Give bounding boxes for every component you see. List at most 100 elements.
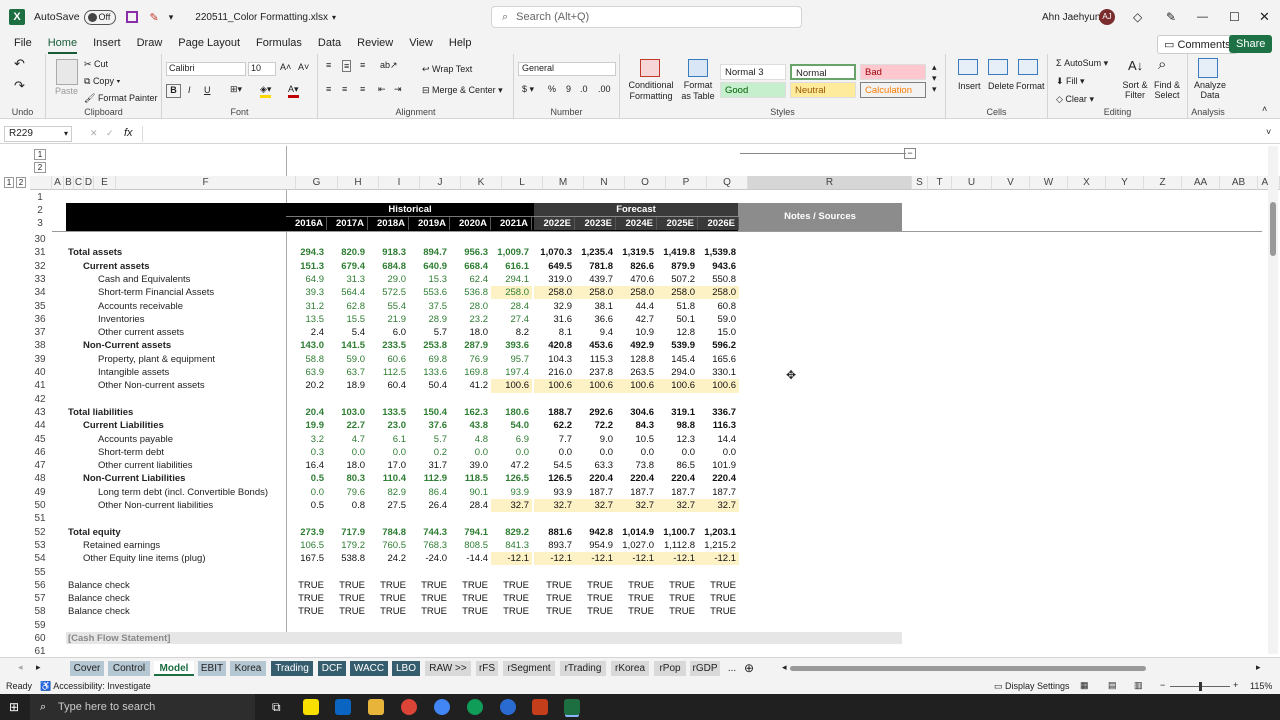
percent-icon[interactable]: % <box>548 84 556 94</box>
data-cell[interactable]: 1,027.0 <box>616 539 657 552</box>
data-cell[interactable]: 60.6 <box>368 353 409 366</box>
powerpoint-icon[interactable] <box>532 699 548 715</box>
data-cell[interactable]: 31.3 <box>327 273 368 286</box>
data-cell[interactable]: 253.8 <box>409 339 450 352</box>
data-cell[interactable]: 31.2 <box>286 300 327 313</box>
data-cell[interactable]: 0.3 <box>286 446 327 459</box>
data-cell[interactable]: 0.0 <box>616 446 657 459</box>
data-cell[interactable]: 439.7 <box>575 273 616 286</box>
delete-cells-icon[interactable] <box>988 59 1008 75</box>
pen-icon[interactable]: ✎ <box>1166 10 1176 24</box>
data-cell[interactable]: 10.9 <box>616 326 657 339</box>
data-cell[interactable]: 54.5 <box>534 459 575 472</box>
formula-cancel-icon[interactable]: ✕ <box>90 128 98 139</box>
style-bad[interactable]: Bad <box>860 64 926 80</box>
data-cell[interactable]: TRUE <box>491 605 532 618</box>
data-cell[interactable]: 86.4 <box>409 486 450 499</box>
data-cell[interactable]: 187.7 <box>698 486 739 499</box>
data-cell[interactable]: 220.4 <box>698 472 739 485</box>
data-cell[interactable]: 0.0 <box>368 446 409 459</box>
column-header-ab[interactable]: AB <box>1220 176 1258 190</box>
data-cell[interactable]: TRUE <box>327 592 368 605</box>
tab-lbo[interactable]: LBO <box>392 661 420 676</box>
data-cell[interactable]: TRUE <box>368 605 409 618</box>
data-cell[interactable]: 1,203.1 <box>698 526 739 539</box>
data-cell[interactable]: 0.0 <box>286 486 327 499</box>
data-cell[interactable]: 29.0 <box>368 273 409 286</box>
data-cell[interactable]: 28.0 <box>450 300 491 313</box>
borders-icon[interactable]: ⊞▾ <box>230 84 242 95</box>
maximize-icon[interactable]: ☐ <box>1229 10 1240 24</box>
analyze-data-button[interactable]: Analyze Data <box>1192 80 1228 100</box>
data-cell[interactable]: 393.6 <box>491 339 532 352</box>
data-cell[interactable]: 826.6 <box>616 260 657 273</box>
data-cell[interactable]: 63.9 <box>286 366 327 379</box>
align-top-icon[interactable]: ≡ <box>326 60 331 70</box>
italic-button[interactable]: I <box>188 85 191 95</box>
data-cell[interactable]: 258.0 <box>657 286 698 300</box>
data-cell[interactable]: 263.5 <box>616 366 657 379</box>
data-cell[interactable]: 17.0 <box>368 459 409 472</box>
paste-button[interactable]: Paste <box>55 86 78 96</box>
collapse-ribbon-icon[interactable]: ˄ <box>1262 104 1267 114</box>
display-settings-button[interactable]: ▭ Display Settings <box>994 681 1070 692</box>
data-cell[interactable]: 8.1 <box>534 326 575 339</box>
data-cell[interactable]: 133.6 <box>409 366 450 379</box>
data-cell[interactable]: 294.0 <box>657 366 698 379</box>
column-header-p[interactable]: P <box>666 176 707 190</box>
data-cell[interactable]: 150.4 <box>409 406 450 419</box>
data-cell[interactable]: 126.5 <box>491 472 532 485</box>
find-select-button[interactable]: Find & Select <box>1150 80 1184 100</box>
data-cell[interactable]: 0.0 <box>534 446 575 459</box>
row-label[interactable]: Balance check <box>68 592 130 605</box>
row-label[interactable]: Balance check <box>68 579 130 592</box>
format-painter-button[interactable]: 🖌 Format Painter <box>84 93 157 104</box>
data-cell[interactable]: 539.9 <box>657 339 698 352</box>
find-select-icon[interactable]: ⌕ <box>1158 56 1166 73</box>
data-cell[interactable]: 237.8 <box>575 366 616 379</box>
sort-filter-button[interactable]: Sort & Filter <box>1120 80 1150 100</box>
data-cell[interactable]: -12.1 <box>698 552 739 566</box>
data-cell[interactable]: 564.4 <box>327 286 368 299</box>
column-header-x[interactable]: X <box>1068 176 1106 190</box>
row-outline-1-button[interactable]: 1 <box>4 177 14 188</box>
data-cell[interactable]: 38.1 <box>575 300 616 313</box>
horizontal-scroll-right-icon[interactable]: ▸ <box>1256 662 1261 673</box>
row-label[interactable]: Inventories <box>98 313 144 326</box>
data-cell[interactable]: 100.6 <box>657 379 698 393</box>
chrome-profile-icon[interactable] <box>434 699 450 715</box>
data-cell[interactable]: 55.4 <box>368 300 409 313</box>
number-format-select[interactable]: General <box>518 62 616 76</box>
data-cell[interactable]: 572.5 <box>368 286 409 299</box>
tab-wacc[interactable]: WACC <box>350 661 388 676</box>
data-cell[interactable]: 28.4 <box>491 300 532 313</box>
tab-rkorea[interactable]: rKorea <box>611 661 649 676</box>
data-cell[interactable]: 47.2 <box>491 459 532 472</box>
menu-data[interactable]: Data <box>310 34 349 54</box>
data-cell[interactable]: 19.9 <box>286 419 327 432</box>
data-cell[interactable]: 187.7 <box>616 486 657 499</box>
data-cell[interactable]: 100.6 <box>616 379 657 393</box>
close-icon[interactable]: ✕ <box>1259 9 1270 25</box>
data-cell[interactable]: 287.9 <box>450 339 491 352</box>
column-header-u[interactable]: U <box>952 176 992 190</box>
analyze-data-icon[interactable] <box>1198 58 1218 78</box>
outline-level-1-button[interactable]: 1 <box>34 149 46 160</box>
data-cell[interactable]: 956.3 <box>450 246 491 259</box>
data-cell[interactable]: 808.5 <box>450 539 491 552</box>
data-cell[interactable]: 319.1 <box>657 406 698 419</box>
data-cell[interactable]: 197.4 <box>491 366 532 379</box>
data-cell[interactable]: 51.8 <box>657 300 698 313</box>
data-cell[interactable]: 143.0 <box>286 339 327 352</box>
menu-help[interactable]: Help <box>441 34 480 54</box>
data-cell[interactable]: 126.5 <box>534 472 575 485</box>
sort-filter-icon[interactable]: A↓ <box>1128 58 1143 73</box>
row-label[interactable]: Short-term Financial Assets <box>98 286 214 299</box>
data-cell[interactable]: TRUE <box>657 579 698 592</box>
tab-control[interactable]: Control <box>108 661 150 676</box>
fill-color-icon[interactable]: ◈▾ <box>260 84 272 98</box>
column-header-t[interactable]: T <box>928 176 952 190</box>
data-cell[interactable]: TRUE <box>409 605 450 618</box>
data-cell[interactable]: -12.1 <box>534 552 575 566</box>
data-cell[interactable]: 23.2 <box>450 313 491 326</box>
